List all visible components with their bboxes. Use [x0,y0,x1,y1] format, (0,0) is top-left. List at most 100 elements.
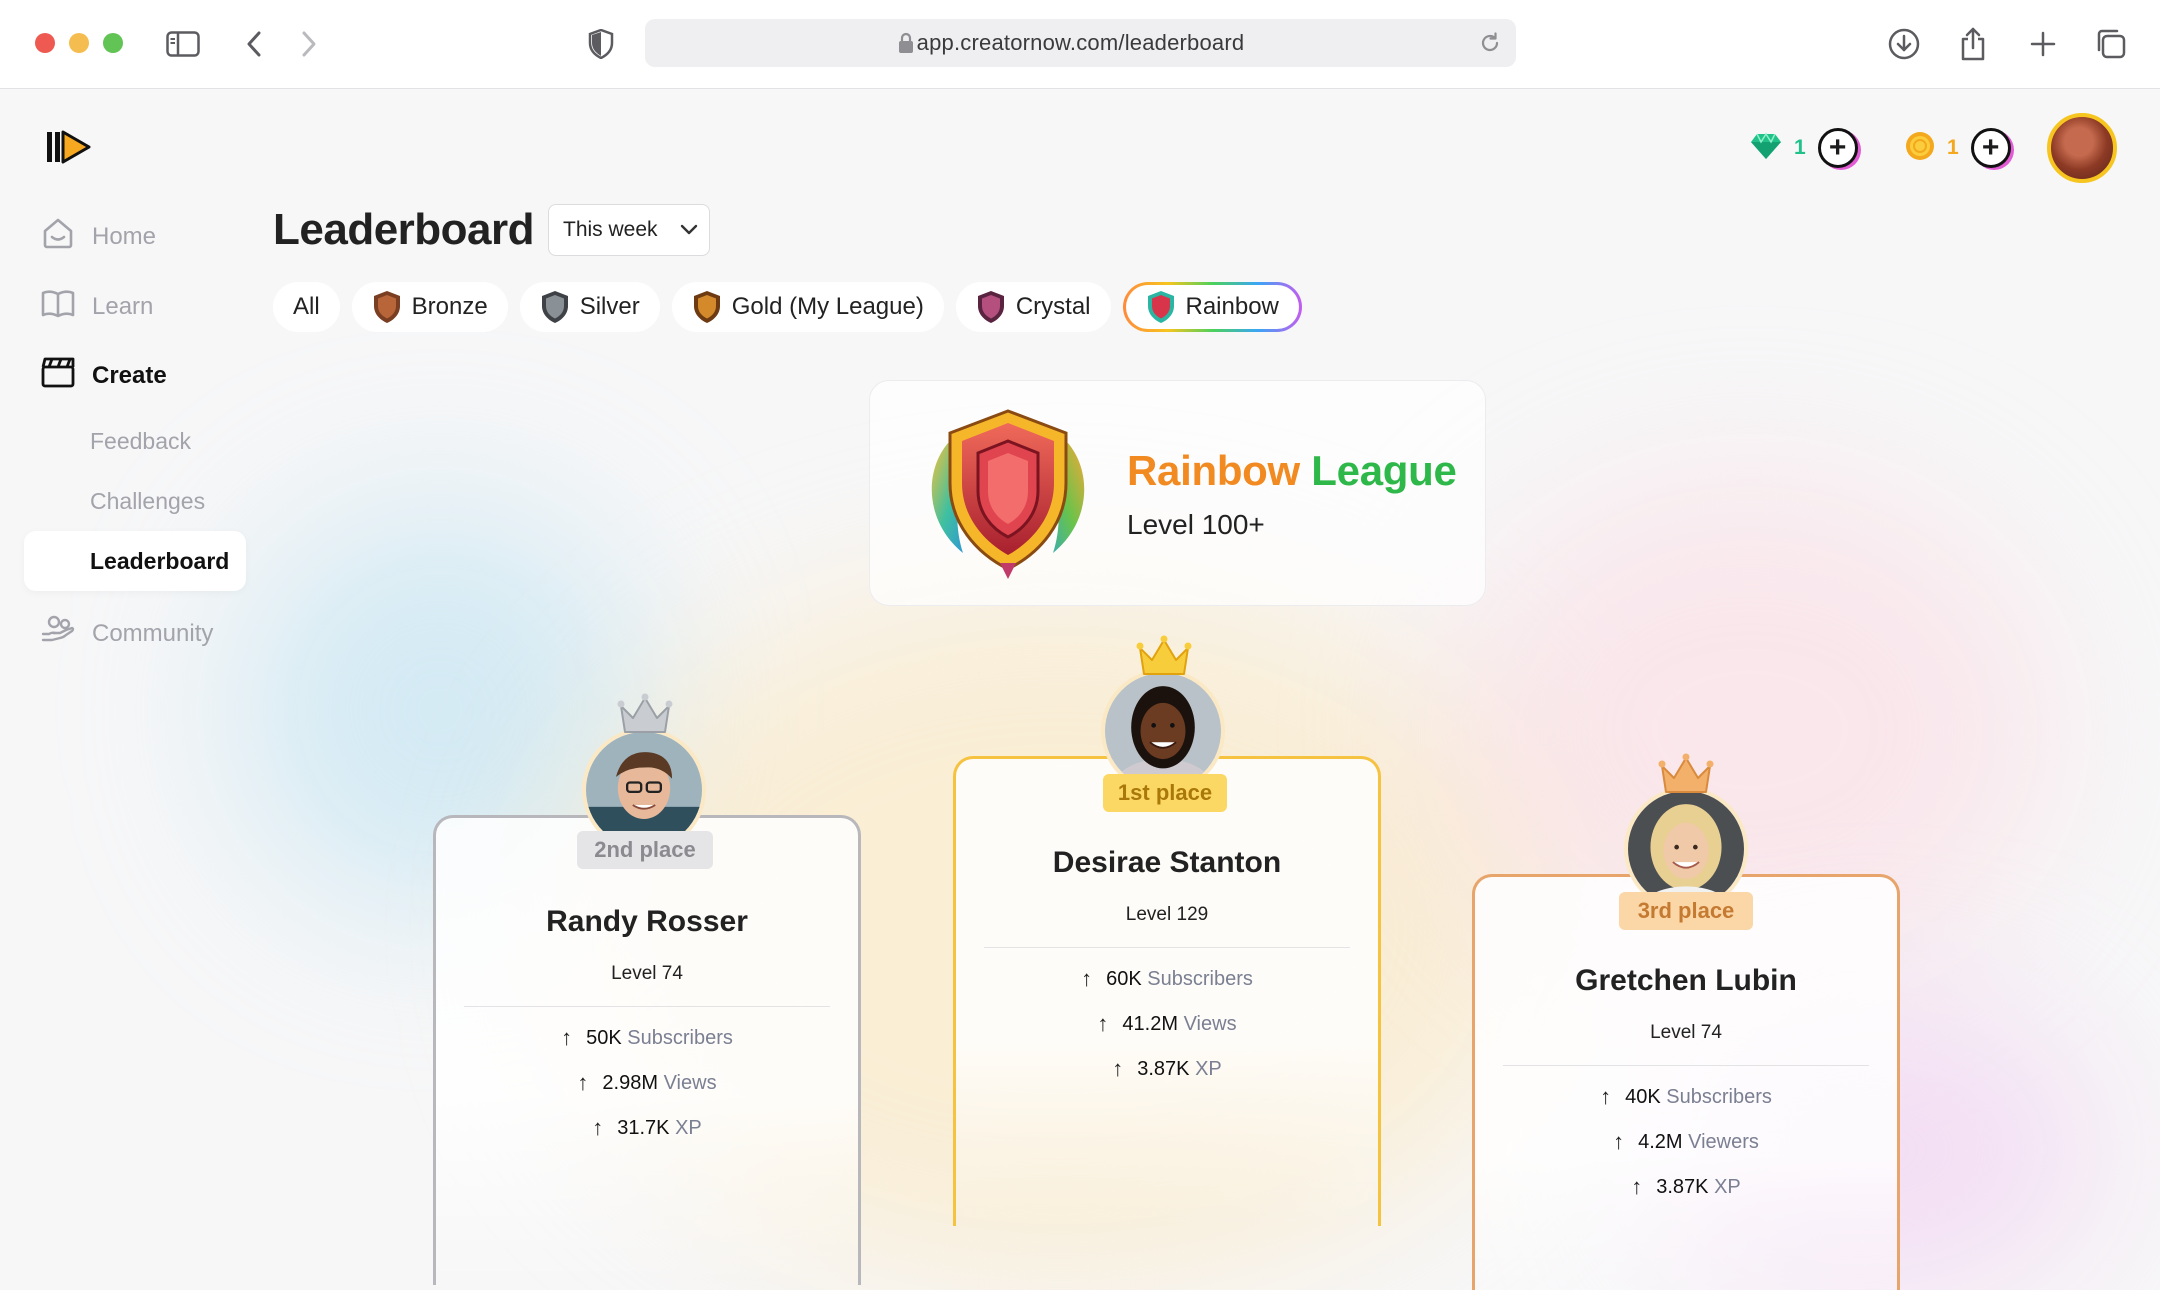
sidebar-item-home[interactable]: Home [40,215,156,258]
league-name: Rainbow League [1127,447,1457,495]
silver-crown-icon [617,693,673,733]
coins-count: 1 [1947,136,1959,159]
silver-shield-icon [541,291,568,323]
gold-shield-icon [693,291,720,323]
person-level: Level 129 [1125,904,1209,925]
tab-label: Bronze [411,293,488,320]
arrow-up-icon: ↑ [592,1115,604,1140]
tab-label: Silver [579,293,640,320]
sidebar-item-label: Community [92,619,214,647]
stat-views: ↑ 41.2M Views [1097,1011,1237,1036]
chevron-down-icon [680,218,698,242]
sidebar-item-label: Learn [92,292,154,320]
gems-count: 1 [1794,136,1806,159]
sidebar-subitem-leaderboard[interactable]: Leaderboard [24,531,246,591]
sidebar-toggle-icon[interactable] [162,23,204,65]
tab-rainbow[interactable]: Rainbow [1123,282,1302,332]
address-bar[interactable]: app.creatornow.com/leaderboard [645,19,1516,67]
podium-card-first[interactable]: Desirae Stanton Level 129 ↑ 60K Subscribe… [953,756,1381,1226]
sidebar-item-label: Home [92,222,157,250]
gems-counter: 1 + [1750,128,1858,168]
zoom-window-button[interactable] [103,33,123,53]
arrow-up-icon: ↑ [577,1070,589,1095]
arrow-up-icon: ↑ [1600,1084,1612,1109]
add-coins-button[interactable]: + [1970,128,2011,168]
sidebar-item-create[interactable]: Create [40,354,167,397]
person-name: Desirae Stanton [1052,846,1282,879]
stat-subscribers: ↑ 40K Subscribers [1600,1084,1772,1109]
league-level: Level 100+ [1127,509,1265,540]
tabs-icon[interactable] [2090,23,2132,65]
person-level: Level 74 [611,963,683,984]
sidebar-subitem-feedback[interactable]: Feedback [90,428,191,455]
stat-viewers: ↑ 4.2M Viewers [1613,1129,1759,1154]
tab-gold[interactable]: Gold (My League) [671,282,944,332]
clapperboard-icon [40,354,76,397]
person-level: Level 74 [1650,1022,1722,1043]
podium-card-second[interactable]: Randy Rosser Level 74 ↑ 50K Subscribers ↑… [433,815,861,1285]
tab-silver[interactable]: Silver [519,282,660,332]
stat-subscribers: ↑ 50K Subscribers [561,1025,733,1050]
reload-icon[interactable] [1478,31,1502,60]
page-title: Leaderboard [273,205,535,254]
bronze-shield-icon [373,291,400,323]
period-select[interactable]: This week [548,204,710,256]
arrow-up-icon: ↑ [1097,1011,1109,1036]
close-window-button[interactable] [35,33,55,53]
new-tab-icon[interactable] [2022,23,2064,65]
tab-label: Crystal [1015,293,1091,320]
place-label-third: 3rd place [1619,892,1753,930]
url-text: app.creatornow.com/leaderboard [916,30,1245,55]
coins-counter: 1 + [1905,128,2011,168]
home-icon [40,215,76,258]
book-icon [40,285,76,328]
person-name: Gretchen Lubin [1575,964,1797,997]
forward-icon[interactable] [288,23,330,65]
stat-subscribers: ↑ 60K Subscribers [1081,966,1253,991]
league-name-part2: League [1311,447,1457,494]
divider [1503,1065,1869,1066]
period-select-value: This week [563,218,658,241]
arrow-up-icon: ↑ [1613,1129,1625,1154]
add-gems-button[interactable]: + [1817,128,1858,168]
sidebar-subitem-challenges[interactable]: Challenges [90,488,205,515]
stat-xp: ↑ 31.7K XP [592,1115,702,1140]
app-logo[interactable] [45,128,91,166]
rainbow-league-badge-icon [931,409,1085,579]
tab-all[interactable]: All [273,282,340,332]
tab-crystal[interactable]: Crystal [955,282,1111,332]
download-icon[interactable] [1883,23,1925,65]
minimize-window-button[interactable] [69,33,89,53]
sidebar-item-community[interactable]: Community [40,612,213,655]
bronze-crown-icon [1658,753,1714,793]
shield-privacy-icon[interactable] [580,23,622,65]
league-name-part1: Rainbow [1127,447,1300,494]
arrow-up-icon: ↑ [1112,1056,1124,1081]
coin-icon [1905,131,1935,166]
place-label-first: 1st place [1103,774,1227,812]
back-icon[interactable] [233,23,275,65]
tab-label: All [293,293,320,320]
arrow-up-icon: ↑ [1631,1174,1643,1199]
arrow-up-icon: ↑ [1081,966,1093,991]
gold-crown-icon [1136,635,1192,675]
stat-xp: ↑ 3.87K XP [1112,1056,1222,1081]
sidebar-item-label: Create [92,361,167,389]
person-name: Randy Rosser [546,905,748,938]
podium-card-third[interactable]: Gretchen Lubin Level 74 ↑ 40K Subscribers… [1472,874,1900,1290]
lock-icon [898,32,914,59]
divider [984,947,1350,948]
sidebar-item-learn[interactable]: Learn [40,285,153,328]
community-icon [40,612,76,655]
league-tabs: All Bronze Silver Gold (My League) Cryst… [273,282,1302,332]
stat-xp: ↑ 3.87K XP [1631,1174,1741,1199]
user-avatar[interactable] [2047,113,2117,183]
share-icon[interactable] [1952,23,1994,65]
league-card: Rainbow League Level 100+ [869,380,1486,606]
gem-icon [1750,132,1782,165]
tab-label: Gold (My League) [731,293,924,320]
crystal-shield-icon [977,291,1004,323]
tab-bronze[interactable]: Bronze [351,282,508,332]
place-label-second: 2nd place [577,831,713,869]
divider [464,1006,830,1007]
